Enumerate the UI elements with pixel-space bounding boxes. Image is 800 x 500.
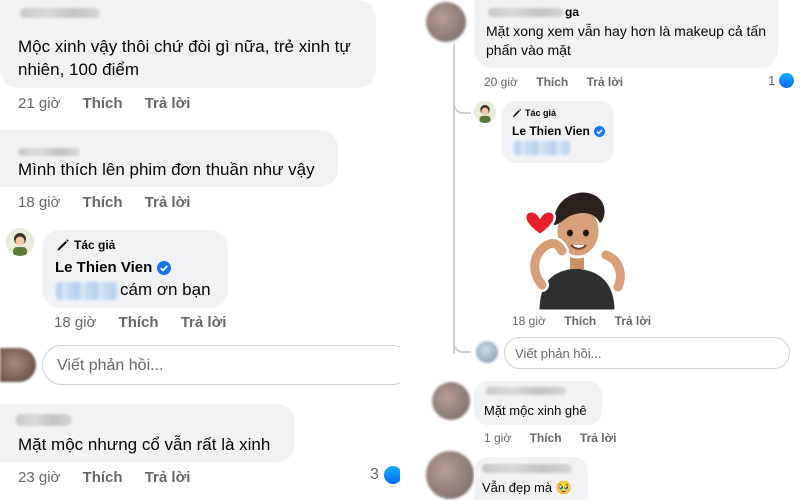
comment-time[interactable]: 21 giờ — [18, 95, 60, 112]
pencil-icon — [57, 239, 69, 251]
comment-actions: 20 giờ Thích Trả lời — [484, 75, 623, 89]
comment-actions: 18 giờ Thích Trả lời — [512, 314, 651, 328]
like-button[interactable]: Thích — [83, 95, 123, 112]
like-button[interactable]: Thích — [536, 75, 568, 89]
comment-text: Mặt mộc nhưng cổ vẫn rất là xinh — [18, 435, 271, 454]
comment-actions: 21 giờ Thích Trả lời — [18, 95, 190, 112]
thread-connector — [453, 96, 471, 114]
comment-time[interactable]: 18 giờ — [54, 314, 96, 331]
reply-button[interactable]: Trả lời — [587, 75, 624, 89]
panel-divider — [400, 0, 410, 500]
commenter-avatar[interactable] — [426, 2, 466, 42]
right-comments-panel: ga Mặt xong xem vẫn hay hơn là makeup cả… — [410, 0, 800, 500]
author-name[interactable]: Le Thien Vien — [55, 259, 172, 276]
verified-badge-icon — [157, 260, 172, 275]
like-button[interactable]: Thích — [530, 431, 562, 445]
comment-actions: 23 giờ Thích Trả lời — [18, 469, 190, 486]
comment-text: Mộc xinh vậy thôi chứ đòi gì nữa, trẻ xi… — [18, 37, 351, 79]
author-avatar[interactable] — [6, 228, 34, 256]
author-tag: Tác giả — [56, 238, 115, 252]
reply-input-placeholder: Viết phản hồi... — [515, 346, 602, 361]
thread-connector — [453, 335, 471, 353]
comment-time[interactable]: 20 giờ — [484, 75, 518, 89]
comment-author-name-blurred[interactable] — [482, 464, 572, 473]
like-button[interactable]: Thích — [119, 314, 159, 331]
author-comment-bubble: Tác giả Le Thien Vien — [502, 101, 614, 163]
comment-text: Mặt xong xem vẫn hay hơn là makeup cả tấ… — [486, 23, 766, 58]
user-avatar — [476, 341, 498, 363]
thread-line — [453, 44, 455, 354]
user-avatar — [0, 348, 36, 382]
comment-actions: 1 giờ Thích Trả lời — [484, 431, 616, 445]
reply-input-placeholder: Viết phản hồi... — [57, 357, 164, 374]
comment-actions: 18 giờ Thích Trả lời — [54, 314, 226, 331]
comment-author-name-blurred[interactable] — [488, 8, 564, 17]
like-button[interactable]: Thích — [83, 194, 123, 211]
commenter-avatar[interactable] — [432, 382, 470, 420]
comment-author-name-blurred[interactable] — [16, 414, 72, 426]
author-tag: Tác giả — [512, 108, 556, 118]
reply-input[interactable]: Viết phản hồi... — [42, 345, 400, 385]
comment-author-name-blurred[interactable] — [18, 148, 80, 156]
comment-text: cám ơn bạn — [120, 280, 211, 299]
comment-bubble: Mộc xinh vậy thôi chứ đòi gì nữa, trẻ xi… — [0, 0, 376, 88]
comment-bubble: Vẫn đẹp mà 🥹 — [474, 457, 588, 500]
author-comment-bubble: Tác giả Le Thien Vien cám ơn bạn — [42, 230, 228, 308]
blurred-text — [514, 141, 570, 155]
reply-button[interactable]: Trả lời — [145, 194, 191, 211]
heart-hands-avatar-sticker — [523, 192, 628, 311]
comment-text: Vẫn đẹp mà 🥹 — [482, 480, 572, 495]
reaction-count[interactable]: 3 — [370, 466, 400, 484]
comment-time[interactable]: 18 giờ — [18, 194, 60, 211]
reply-button[interactable]: Trả lời — [181, 314, 227, 331]
like-button[interactable]: Thích — [564, 314, 596, 328]
comment-time[interactable]: 18 giờ — [512, 314, 546, 328]
comment-text: Mình thích lên phim đơn thuần như vậy — [18, 160, 315, 179]
comment-author-name-blurred[interactable] — [486, 387, 566, 395]
reaction-count[interactable]: 1 — [768, 73, 795, 88]
comment-actions: 18 giờ Thích Trả lời — [18, 194, 190, 211]
pencil-icon — [513, 108, 522, 117]
comment-bubble: Mặt mộc nhưng cổ vẫn rất là xinh — [0, 404, 295, 462]
comment-time[interactable]: 23 giờ — [18, 469, 60, 486]
comment-author-name-suffix: ga — [565, 5, 580, 19]
reply-button[interactable]: Trả lời — [145, 95, 191, 112]
comment-bubble: Mặt mộc xinh ghê — [474, 381, 602, 425]
reply-button[interactable]: Trả lời — [615, 314, 652, 328]
like-button[interactable]: Thích — [83, 469, 123, 486]
comment-time[interactable]: 1 giờ — [484, 431, 511, 445]
like-reaction-icon — [383, 466, 400, 484]
author-name[interactable]: Le Thien Vien — [512, 124, 605, 138]
like-reaction-icon — [779, 73, 795, 88]
left-comments-panel: Mộc xinh vậy thôi chứ đòi gì nữa, trẻ xi… — [0, 0, 400, 500]
comment-text: Mặt mộc xinh ghê — [484, 403, 587, 418]
reply-button[interactable]: Trả lời — [580, 431, 617, 445]
reply-button[interactable]: Trả lời — [145, 469, 191, 486]
verified-badge-icon — [593, 125, 605, 137]
comment-bubble: ga Mặt xong xem vẫn hay hơn là makeup cả… — [474, 0, 778, 68]
comment-author-name-blurred[interactable] — [20, 8, 100, 18]
author-avatar[interactable] — [474, 101, 496, 123]
reply-input[interactable]: Viết phản hồi... — [504, 337, 790, 369]
commenter-avatar[interactable] — [426, 451, 474, 499]
comment-bubble: Mình thích lên phim đơn thuần như vậy — [0, 130, 338, 187]
blurred-text — [56, 282, 118, 300]
